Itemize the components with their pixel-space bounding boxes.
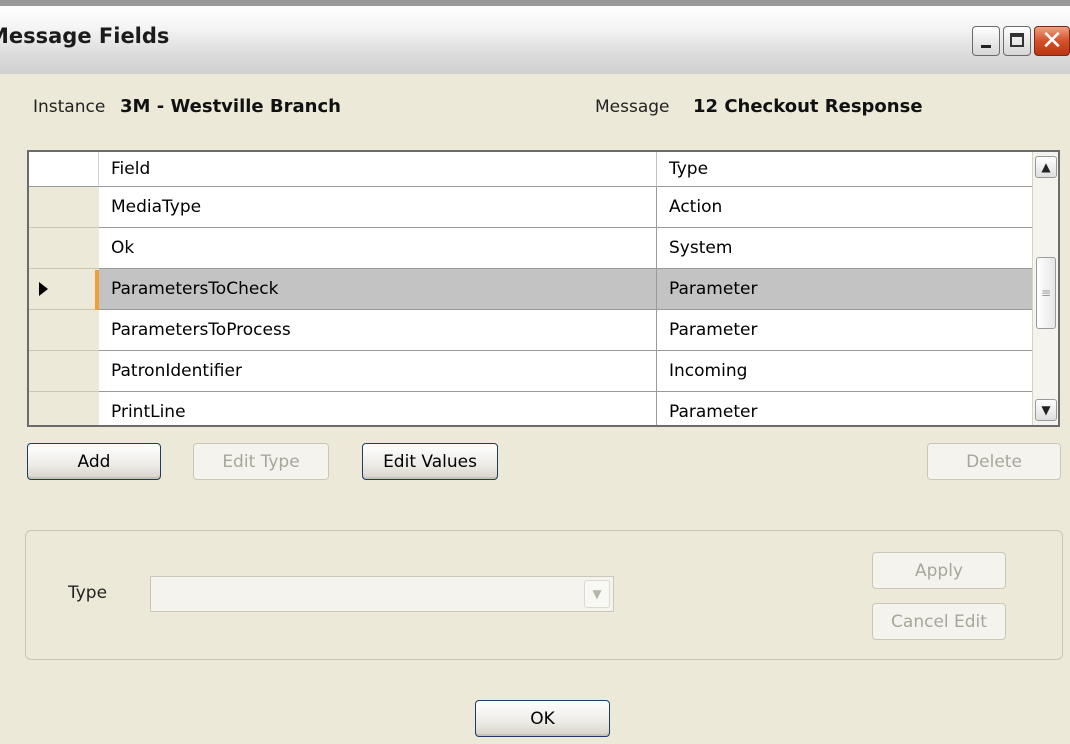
message-value: 12 Checkout Response <box>693 96 923 117</box>
cell-field[interactable]: ParametersToProcess <box>99 310 657 351</box>
apply-button[interactable]: Apply <box>872 552 1006 589</box>
cancel-edit-button[interactable]: Cancel Edit <box>872 603 1006 640</box>
fields-grid[interactable]: Field Type MediaType Action Ok System Pa… <box>27 150 1060 427</box>
cell-field[interactable]: Ok <box>99 228 657 269</box>
cell-type[interactable]: System <box>657 228 1032 269</box>
chevron-down-icon: ▼ <box>592 587 602 601</box>
row-header-current[interactable] <box>29 269 99 310</box>
row-header[interactable] <box>29 187 99 228</box>
chevron-up-icon: ▲ <box>1041 160 1051 174</box>
close-button[interactable]: ✕ <box>1034 26 1070 56</box>
scroll-down-button[interactable]: ▼ <box>1035 399 1057 421</box>
cell-field[interactable]: PrintLine <box>99 392 657 425</box>
cell-type-selected[interactable]: Parameter <box>657 269 1032 310</box>
cell-type[interactable]: Parameter <box>657 310 1032 351</box>
edit-values-button[interactable]: Edit Values <box>362 443 498 480</box>
grid-corner <box>29 152 99 187</box>
cell-type[interactable]: Incoming <box>657 351 1032 392</box>
row-header[interactable] <box>29 228 99 269</box>
edit-type-button[interactable]: Edit Type <box>193 443 329 480</box>
instance-value: 3M - Westville Branch <box>120 96 341 117</box>
column-header-type[interactable]: Type <box>657 152 1032 187</box>
row-header[interactable] <box>29 392 99 425</box>
cell-type[interactable]: Action <box>657 187 1032 228</box>
dropdown-button[interactable]: ▼ <box>584 580 610 608</box>
chevron-down-icon: ▼ <box>1041 403 1051 417</box>
delete-button[interactable]: Delete <box>927 443 1061 480</box>
row-header[interactable] <box>29 351 99 392</box>
scroll-thumb[interactable]: ≡ <box>1036 257 1056 329</box>
add-button[interactable]: Add <box>27 443 161 480</box>
row-header[interactable] <box>29 310 99 351</box>
minimize-button[interactable] <box>972 26 1000 56</box>
close-icon: ✕ <box>1041 26 1063 56</box>
cell-field[interactable]: MediaType <box>99 187 657 228</box>
column-header-field[interactable]: Field <box>99 152 657 187</box>
message-label: Message <box>595 97 670 117</box>
ok-button[interactable]: OK <box>475 700 610 737</box>
cell-type[interactable]: Parameter <box>657 392 1032 425</box>
type-dropdown[interactable]: ▼ <box>150 576 614 612</box>
window-title: Message Fields <box>0 24 170 48</box>
vertical-scrollbar[interactable]: ▲ ≡ ▼ <box>1032 152 1058 425</box>
type-label: Type <box>68 583 108 603</box>
instance-label: Instance <box>33 97 106 117</box>
cell-field[interactable]: PatronIdentifier <box>99 351 657 392</box>
scroll-up-button[interactable]: ▲ <box>1035 156 1057 178</box>
maximize-button[interactable] <box>1003 26 1031 56</box>
cell-field-selected[interactable]: ParametersToCheck <box>99 269 657 310</box>
grip-icon: ≡ <box>1040 286 1052 300</box>
title-bar: Message Fields ✕ <box>0 0 1070 74</box>
current-row-arrow-icon <box>39 282 48 296</box>
